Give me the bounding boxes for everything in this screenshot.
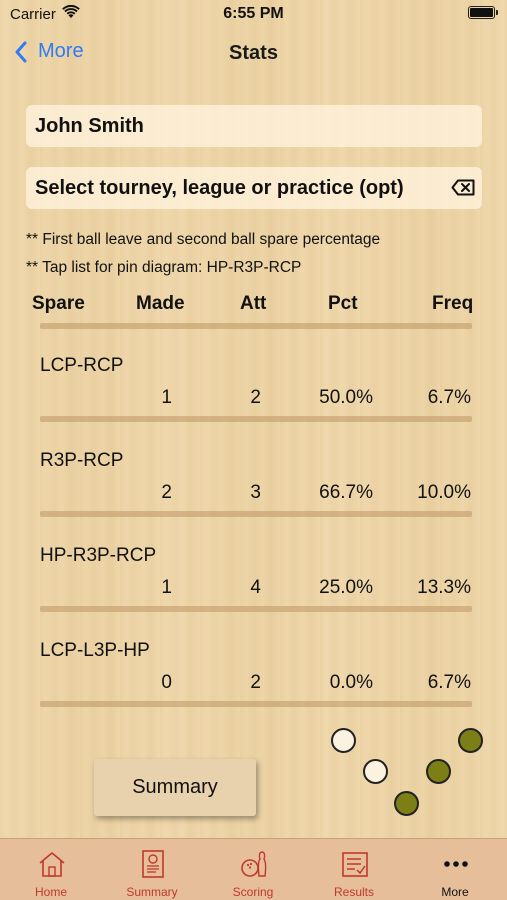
event-select-placeholder: Select tourney, league or practice (opt) — [35, 177, 404, 199]
frequency: 13.3% — [417, 577, 471, 598]
attempt-count: 3 — [250, 482, 261, 503]
row-divider — [40, 701, 472, 707]
table-row[interactable]: R3P-RCP 2 3 66.7% 10.0% — [0, 450, 507, 545]
column-header-freq: Freq — [432, 293, 474, 314]
row-divider — [40, 606, 472, 612]
row-divider — [40, 416, 472, 422]
pin-hp — [394, 791, 419, 816]
clear-input-icon[interactable] — [451, 179, 475, 196]
percentage: 25.0% — [319, 577, 373, 598]
navigation-bar: More Stats — [0, 30, 507, 78]
attempt-count: 2 — [250, 672, 261, 693]
made-count: 1 — [161, 577, 172, 598]
percentage: 50.0% — [319, 387, 373, 408]
home-icon — [39, 852, 65, 877]
event-select-field[interactable]: Select tourney, league or practice (opt) — [26, 167, 482, 209]
header-divider — [40, 323, 472, 329]
more-dots-icon — [444, 861, 468, 867]
row-divider — [40, 511, 472, 517]
results-list-icon — [342, 852, 368, 877]
spare-name: LCP-L3P-HP — [40, 640, 150, 661]
battery-icon — [468, 6, 498, 19]
column-header-spare: Spare — [32, 293, 85, 314]
tab-results[interactable]: Results — [304, 839, 404, 900]
pin-l3p — [363, 759, 388, 784]
table-row[interactable]: LCP-RCP 1 2 50.0% 6.7% — [0, 355, 507, 450]
tab-home[interactable]: Home — [1, 839, 101, 900]
frequency: 10.0% — [417, 482, 471, 503]
status-bar: Carrier 6:55 PM — [0, 0, 507, 30]
pin-rcp — [458, 728, 483, 753]
page-title: Stats — [229, 42, 278, 64]
attempt-count: 2 — [250, 387, 261, 408]
note-tap-hint: ** Tap list for pin diagram: HP-R3P-RCP — [26, 259, 302, 276]
made-count: 2 — [161, 482, 172, 503]
pin-r3p — [426, 759, 451, 784]
column-header-att: Att — [240, 293, 267, 314]
column-header-made: Made — [136, 293, 185, 314]
tab-summary-label: Summary — [126, 885, 178, 899]
spare-name: LCP-RCP — [40, 355, 124, 376]
note-leave-description: ** First ball leave and second ball spar… — [26, 231, 381, 248]
made-count: 1 — [161, 387, 172, 408]
tab-bar: Home Summary Scoring Results More — [0, 838, 507, 900]
tab-more-label: More — [441, 885, 469, 899]
tab-summary[interactable]: Summary — [102, 839, 202, 900]
column-header-pct: Pct — [328, 293, 358, 314]
tab-more[interactable]: More — [405, 839, 505, 900]
frequency: 6.7% — [427, 387, 471, 408]
summary-report-icon — [142, 850, 164, 878]
attempt-count: 4 — [250, 577, 261, 598]
frequency: 6.7% — [427, 672, 471, 693]
tab-results-label: Results — [333, 885, 374, 899]
clock: 6:55 PM — [223, 5, 284, 22]
tab-home-label: Home — [34, 885, 67, 899]
made-count: 0 — [161, 672, 172, 693]
table-row[interactable]: LCP-L3P-HP 0 2 0.0% 6.7% — [0, 640, 507, 735]
summary-button[interactable]: Summary — [94, 759, 256, 816]
table-row[interactable]: HP-R3P-RCP 1 4 25.0% 13.3% — [0, 545, 507, 640]
tab-scoring-label: Scoring — [232, 885, 274, 899]
spare-name: HP-R3P-RCP — [40, 545, 157, 566]
spare-name: R3P-RCP — [40, 450, 124, 471]
tab-scoring[interactable]: Scoring — [203, 839, 303, 900]
bowling-icon — [241, 851, 267, 877]
pin-lcp — [331, 728, 356, 753]
percentage: 66.7% — [319, 482, 373, 503]
percentage: 0.0% — [329, 672, 373, 693]
bowler-name-field[interactable]: John Smith — [26, 105, 482, 147]
